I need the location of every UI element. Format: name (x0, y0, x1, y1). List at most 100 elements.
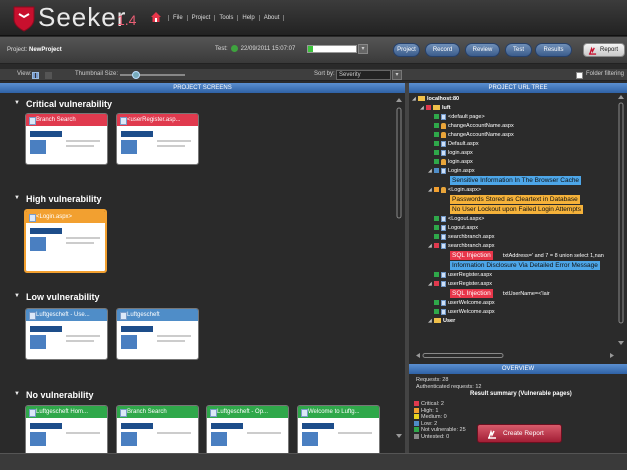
screen-card[interactable]: Branch Search (25, 113, 108, 165)
tree-node[interactable]: <default page> (428, 113, 485, 121)
project-name: NewProject (29, 47, 62, 53)
create-report-button[interactable]: Create Report (477, 424, 562, 443)
thumbnail-size-label: Thumbnail Size: (75, 71, 119, 77)
section-none[interactable]: No vulnerability (14, 390, 93, 400)
status-indicator (434, 141, 439, 147)
screen-card[interactable]: Luftgescheft Hom... (25, 405, 108, 457)
summary-item-label: Untested: 0 (421, 433, 450, 440)
menu-help[interactable]: Help (237, 15, 258, 21)
test-progress-bar (307, 45, 357, 53)
vulnerability-label[interactable]: No User Lockout upon Failed Login Attemp… (450, 205, 583, 214)
tree-node[interactable]: changeAccountName.aspx (428, 131, 514, 139)
section-low[interactable]: Low vulnerability (14, 292, 99, 302)
app-window: Seeker 1.4 File Project Tools Help About… (0, 0, 627, 470)
test-dropdown-button[interactable]: ▾ (358, 44, 368, 54)
tree-node[interactable]: ◢ <Login.aspx> (428, 186, 481, 194)
summary-item-label: Low: 2 (421, 420, 438, 427)
tree-node[interactable]: userWelcome.aspx (428, 299, 495, 307)
slider-knob[interactable] (132, 71, 140, 79)
folder-filtering-checkbox[interactable] (576, 72, 583, 79)
tree-node[interactable]: ◢ User (428, 317, 455, 325)
screen-card[interactable]: <userRegister.asp... (116, 113, 199, 165)
severity-swatch (414, 427, 419, 433)
tab-review[interactable]: Review (465, 43, 500, 57)
page-icon (441, 271, 446, 278)
vulnerability-label[interactable]: Sensitive Information In The Browser Cac… (450, 176, 582, 185)
tree-node[interactable]: userRegister.aspx (428, 271, 492, 279)
tree-node[interactable]: Default.aspx (428, 140, 479, 148)
summary-item-label: Critical: 2 (421, 401, 444, 407)
section-high[interactable]: High vulnerability (14, 194, 101, 204)
sort-select[interactable]: Severity (336, 70, 391, 80)
page-icon (441, 242, 446, 249)
tab-test[interactable]: Test (505, 43, 532, 57)
report-button[interactable]: Report (583, 43, 625, 57)
page-icon (441, 215, 446, 222)
vulnerability-label[interactable]: SQL Injection (450, 251, 493, 260)
tree-node[interactable]: ◢ Login.aspx (428, 167, 475, 175)
lock-icon (441, 131, 446, 138)
tree-scrollbar[interactable] (618, 95, 624, 345)
tree-node[interactable]: Logout.aspx (428, 224, 478, 232)
tree-node[interactable]: login.aspx (428, 149, 473, 157)
tree-horizontal-scrollbar[interactable] (416, 353, 614, 358)
menu-tools[interactable]: Tools (214, 15, 237, 21)
seeker-logo-icon (13, 6, 35, 32)
result-summary-list: Critical: 2 High: 1 Medium: 0 Low: 2 Not vul… (414, 401, 466, 440)
tab-record[interactable]: Record (425, 43, 460, 57)
tree-node[interactable]: <Logout.aspx> (428, 215, 484, 223)
vulnerability-label[interactable]: Information Disclosure Via Detailed Erro… (450, 261, 600, 270)
vulnerability-label[interactable]: SQL Injection (450, 289, 493, 298)
tree-node[interactable]: searchbranch.aspx (428, 233, 494, 241)
grid-view-icon[interactable] (32, 72, 39, 79)
home-icon[interactable] (150, 11, 162, 23)
test-info: Test: 22/09/2011 15:07:07 (215, 45, 295, 52)
tree-node[interactable]: ◢ searchbranch.aspx (428, 242, 494, 250)
screen-card-title: Luftgescheft - Use... (26, 309, 107, 321)
tree-node[interactable]: ◢ luft (420, 104, 451, 112)
app-version: 1.4 (117, 12, 137, 28)
thumbnail-size-slider[interactable] (120, 71, 185, 79)
screen-card[interactable]: Luftgescheft (116, 308, 199, 360)
screen-thumbnail (298, 418, 379, 456)
vulnerability-label[interactable]: Passwords Stored as Cleartext in Databas… (450, 195, 580, 204)
tree-node-label: Default.aspx (448, 141, 479, 147)
project-info: Project: NewProject (7, 47, 62, 53)
authenticated-requests-count: Authenticated requests: 12 (416, 384, 482, 390)
requests-count: Requests: 28 (416, 377, 449, 383)
main-menu: File Project Tools Help About (168, 15, 285, 21)
screen-card[interactable]: Branch Search (116, 405, 199, 457)
report-icon (488, 429, 496, 439)
page-icon (441, 308, 446, 315)
tree-node-label: Login.aspx (448, 168, 475, 174)
screen-card[interactable]: <Login.aspx> (24, 209, 107, 273)
screen-thumbnail (26, 418, 107, 456)
tree-node[interactable]: login.aspx (428, 158, 473, 166)
vulnerability-param: txtAddress=' and 7 = 8 union select 1,na… (502, 253, 604, 259)
tab-results[interactable]: Results (535, 43, 572, 57)
summary-item-label: Not vulnerable: 25 (421, 427, 466, 433)
page-icon (441, 299, 446, 306)
list-view-icon[interactable] (45, 72, 52, 79)
screen-card[interactable]: Welcome to Luftg... (297, 405, 380, 457)
severity-swatch (414, 433, 419, 439)
left-scrollbar[interactable] (396, 98, 402, 438)
menu-project[interactable]: Project (186, 15, 215, 21)
screen-card[interactable]: Luftgescheft - Use... (25, 308, 108, 360)
status-indicator (434, 132, 439, 138)
tree-node[interactable]: userWelcome.aspx (428, 308, 495, 316)
status-indicator (434, 123, 439, 129)
tree-node[interactable]: ◢ localhost:80 (412, 95, 459, 103)
title-bar: Seeker 1.4 File Project Tools Help About (0, 0, 627, 36)
sort-dropdown-icon[interactable]: ▾ (392, 70, 402, 80)
menu-about[interactable]: About (258, 15, 285, 21)
tab-project[interactable]: Project (393, 43, 420, 57)
screen-card[interactable]: Luftgescheft - Op... (206, 405, 289, 457)
tree-node[interactable]: ◢ userRegister.aspx (428, 280, 492, 288)
status-indicator (434, 216, 439, 222)
tree-node[interactable]: changeAccountName.aspx (428, 122, 514, 130)
tree-node-label: userRegister.aspx (448, 281, 493, 287)
tree-node-label: localhost:80 (427, 96, 460, 102)
menu-file[interactable]: File (168, 15, 187, 21)
section-critical[interactable]: Critical vulnerability (14, 99, 112, 109)
